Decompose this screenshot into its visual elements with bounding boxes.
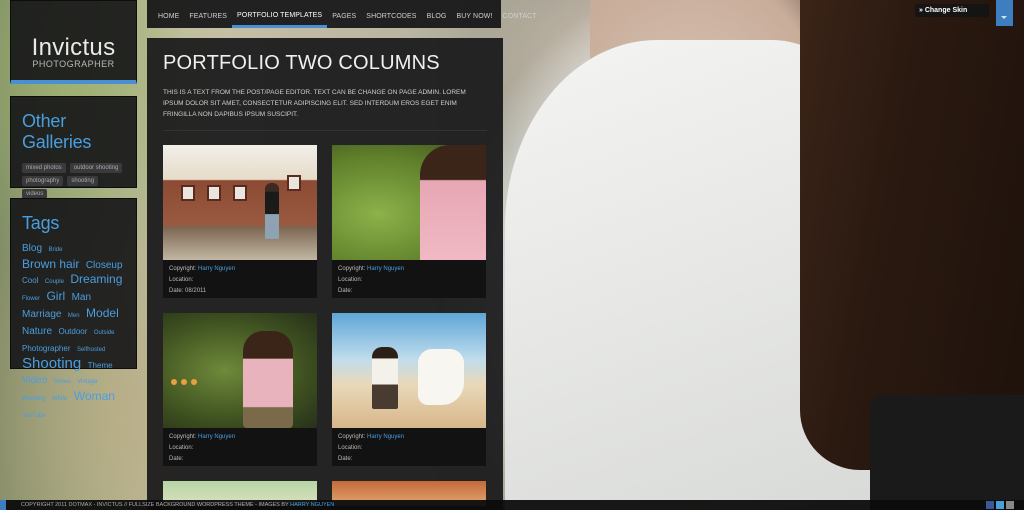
- nav-item-pages[interactable]: PAGES: [327, 0, 361, 28]
- tag-link[interactable]: Closeup: [86, 260, 123, 271]
- tag-cloud: Blog Bride Brown hair Closeup Cool Coupl…: [22, 240, 125, 423]
- footer-author-link[interactable]: HARRY NGUYEN: [290, 502, 334, 508]
- change-skin-button[interactable]: » Change Skin: [915, 4, 989, 17]
- portfolio-item: Copyright: Harry Nguyen Location: Date:: [163, 313, 317, 466]
- location-label: Location:: [338, 445, 363, 451]
- portfolio-thumbnail[interactable]: [332, 145, 486, 260]
- portfolio-item: Copyright: Harry Nguyen Location: Date:: [332, 313, 486, 466]
- facebook-icon[interactable]: [986, 501, 994, 509]
- gallery-link[interactable]: mixed photos: [22, 163, 66, 173]
- location-label: Location:: [169, 445, 194, 451]
- nav-item-shortcodes[interactable]: SHORTCODES: [361, 0, 421, 28]
- tag-link[interactable]: Shooting: [22, 355, 81, 372]
- tag-link[interactable]: Brown hair: [22, 257, 79, 271]
- tag-link[interactable]: Video: [22, 375, 47, 386]
- main-content: PORTFOLIO TWO COLUMNS THIS IS A TEXT FRO…: [147, 38, 503, 510]
- page-title: PORTFOLIO TWO COLUMNS: [163, 52, 440, 74]
- social-links: [986, 501, 1014, 509]
- portfolio-grid: Copyright: Harry Nguyen Location: Date: …: [163, 145, 486, 506]
- portfolio-meta: Copyright: Harry Nguyen Location: Date:: [332, 428, 486, 466]
- twitter-icon[interactable]: [996, 501, 1004, 509]
- tag-link[interactable]: Vintage: [77, 379, 97, 385]
- portfolio-thumbnail[interactable]: [332, 313, 486, 428]
- copyright-label: Copyright:: [169, 434, 197, 440]
- gallery-link[interactable]: outdoor shooting: [69, 163, 123, 173]
- tag-link[interactable]: Bride: [48, 247, 62, 253]
- tags-heading: Tags: [22, 213, 60, 233]
- author-link[interactable]: Harry Nguyen: [198, 266, 235, 272]
- page-intro: THIS IS A TEXT FROM THE POST/PAGE EDITOR…: [163, 87, 487, 131]
- gallery-link[interactable]: shooting: [67, 176, 99, 186]
- tag-link[interactable]: Dreaming: [70, 272, 122, 286]
- tag-link[interactable]: Flower: [22, 296, 40, 302]
- tag-link[interactable]: Blog: [22, 243, 42, 254]
- date-value: 08/2011: [185, 288, 207, 294]
- location-label: Location:: [338, 277, 363, 283]
- galleries-widget: Other Galleries mixed photos outdoor sho…: [10, 96, 137, 199]
- rss-icon[interactable]: [1006, 501, 1014, 509]
- author-link[interactable]: Harry Nguyen: [198, 434, 235, 440]
- date-label: Date:: [338, 288, 353, 294]
- tag-link[interactable]: Photographer: [22, 344, 70, 353]
- site-logo[interactable]: Invictus PHOTOGRAPHER: [10, 0, 137, 84]
- nav-item-blog[interactable]: BLOG: [422, 0, 452, 28]
- location-label: Location:: [169, 277, 194, 283]
- copyright-label: Copyright:: [338, 434, 366, 440]
- tag-link[interactable]: Nature: [22, 326, 52, 337]
- tag-link[interactable]: Couple: [45, 279, 64, 285]
- site-title: Invictus: [31, 34, 116, 61]
- footer-copyright: COPYRIGHT 2011 DOTMAX - INVICTUS // FULL…: [6, 500, 1024, 510]
- portfolio-meta: Copyright: Harry Nguyen Location: Date: …: [163, 260, 317, 298]
- skin-toggle-tab[interactable]: [996, 0, 1013, 26]
- portfolio-meta: Copyright: Harry Nguyen Location: Date:: [163, 428, 317, 466]
- nav-item-portfolio-templates[interactable]: PORTFOLIO TEMPLATES: [232, 0, 328, 28]
- footer: COPYRIGHT 2011 DOTMAX - INVICTUS // FULL…: [0, 500, 1024, 510]
- tag-link[interactable]: Vimeo: [54, 379, 71, 385]
- tag-link[interactable]: Cool: [22, 276, 38, 285]
- tag-link[interactable]: Wedding: [22, 396, 46, 402]
- gallery-link[interactable]: photography: [22, 176, 64, 186]
- tags-widget: Tags Blog Bride Brown hair Closeup Cool …: [10, 198, 137, 419]
- portfolio-item: Copyright: Harry Nguyen Location: Date: …: [163, 145, 317, 298]
- tag-link[interactable]: YouTube: [22, 413, 46, 419]
- tag-link[interactable]: Outside: [94, 330, 115, 336]
- nav-item-buy-now[interactable]: BUY NOW!: [451, 0, 497, 28]
- galleries-heading: Other Galleries: [22, 111, 92, 152]
- copyright-label: Copyright:: [338, 266, 366, 272]
- date-label: Date:: [169, 456, 184, 462]
- tag-link[interactable]: Woman: [74, 389, 115, 403]
- author-link[interactable]: Harry Nguyen: [367, 434, 404, 440]
- tag-link[interactable]: Girl: [46, 289, 65, 303]
- date-label: Date:: [169, 288, 184, 294]
- nav-item-contact[interactable]: CONTACT: [498, 0, 542, 28]
- tag-link[interactable]: Men: [68, 313, 80, 319]
- footer-copyright-text: COPYRIGHT 2011 DOTMAX - INVICTUS // FULL…: [21, 502, 289, 508]
- tag-link[interactable]: Theme: [88, 361, 113, 370]
- tag-link[interactable]: Man: [72, 292, 91, 303]
- tag-link[interactable]: Model: [86, 306, 119, 320]
- site-subtitle: PHOTOGRAPHER: [32, 59, 115, 69]
- nav-item-home[interactable]: HOME: [153, 0, 184, 28]
- portfolio-meta: Copyright: Harry Nguyen Location: Date:: [332, 260, 486, 298]
- date-label: Date:: [338, 456, 353, 462]
- tag-link[interactable]: Outdoor: [58, 327, 87, 336]
- portfolio-thumbnail[interactable]: [163, 145, 317, 260]
- tag-link[interactable]: Marriage: [22, 309, 61, 320]
- nav-item-features[interactable]: FEATURES: [184, 0, 232, 28]
- tag-link[interactable]: White: [52, 396, 67, 402]
- portfolio-item: Copyright: Harry Nguyen Location: Date:: [332, 145, 486, 298]
- portfolio-thumbnail[interactable]: [163, 313, 317, 428]
- tag-link[interactable]: Selfhosted: [77, 347, 105, 353]
- gallery-list: mixed photos outdoor shooting photograph…: [22, 163, 125, 199]
- author-link[interactable]: Harry Nguyen: [367, 266, 404, 272]
- copyright-label: Copyright:: [169, 266, 197, 272]
- main-nav: HOME FEATURES PORTFOLIO TEMPLATES PAGES …: [147, 0, 536, 28]
